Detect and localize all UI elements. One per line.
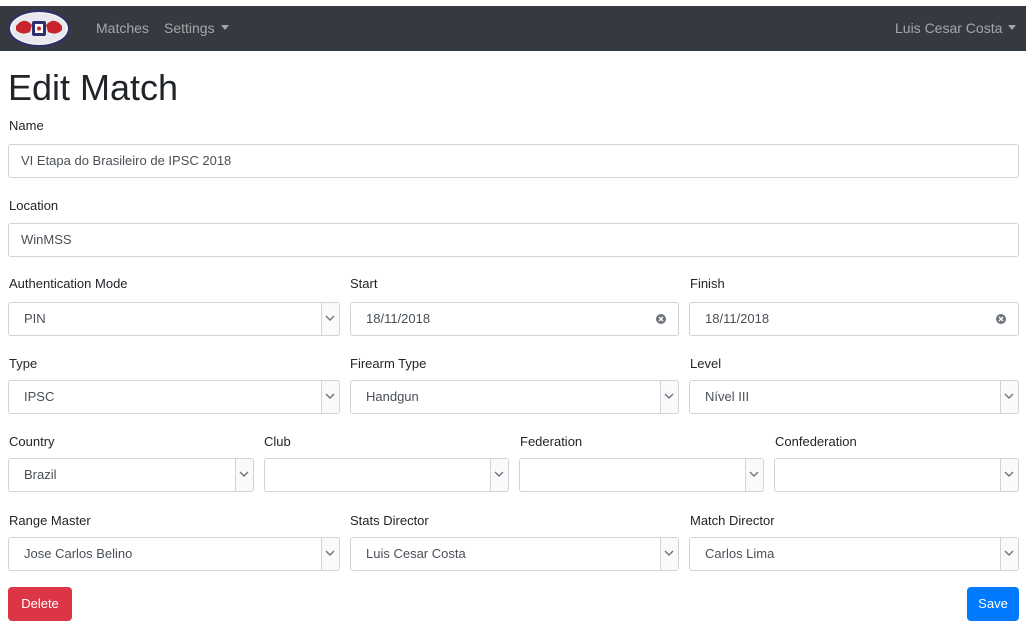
- confederation-select[interactable]: [774, 458, 1019, 492]
- chevron-down-icon: [664, 550, 674, 556]
- save-button[interactable]: Save: [967, 587, 1019, 621]
- chevron-down-icon: [325, 550, 335, 556]
- clear-icon[interactable]: [996, 314, 1006, 324]
- auth-mode-select[interactable]: PIN: [8, 302, 340, 336]
- level-select[interactable]: Nível III: [689, 380, 1019, 414]
- level-label: Level: [690, 356, 722, 371]
- type-value: IPSC: [24, 389, 55, 404]
- chevron-down-icon: [325, 315, 335, 321]
- caret-down-icon: [220, 25, 229, 30]
- chevron-down-icon: [1004, 393, 1014, 399]
- country-label: Country: [9, 434, 55, 449]
- firearm-type-select[interactable]: Handgun: [350, 380, 679, 414]
- finish-date-value: 18/11/2018: [705, 311, 770, 326]
- nav-matches[interactable]: Matches: [96, 19, 149, 37]
- caret-down-icon: [1008, 25, 1017, 30]
- auth-mode-value: PIN: [24, 311, 46, 326]
- chevron-down-icon: [325, 393, 335, 399]
- confederation-label: Confederation: [775, 434, 857, 449]
- select-arrow: [490, 459, 508, 491]
- clear-icon[interactable]: [656, 314, 666, 324]
- select-arrow: [1000, 381, 1018, 413]
- chevron-down-icon: [239, 471, 249, 477]
- name-input[interactable]: VI Etapa do Brasileiro de IPSC 2018: [8, 144, 1019, 178]
- range-master-select[interactable]: Jose Carlos Belino: [8, 537, 340, 571]
- name-label: Name: [9, 118, 44, 133]
- nav-settings[interactable]: Settings: [164, 19, 229, 37]
- page-title: Edit Match: [8, 67, 179, 108]
- stats-director-value: Luis Cesar Costa: [366, 546, 466, 561]
- brand-logo-icon: [12, 13, 66, 44]
- chevron-down-icon: [664, 393, 674, 399]
- select-arrow: [660, 381, 678, 413]
- chevron-down-icon: [1004, 550, 1014, 556]
- match-director-value: Carlos Lima: [705, 546, 775, 561]
- select-arrow: [321, 303, 339, 335]
- firearm-type-value: Handgun: [366, 389, 419, 404]
- firearm-type-label: Firearm Type: [350, 356, 427, 371]
- delete-button[interactable]: Delete: [8, 587, 72, 621]
- name-value: VI Etapa do Brasileiro de IPSC 2018: [21, 153, 232, 168]
- auth-mode-label: Authentication Mode: [9, 276, 128, 291]
- user-name: Luis Cesar Costa: [895, 20, 1003, 36]
- range-master-value: Jose Carlos Belino: [24, 546, 133, 561]
- select-arrow: [321, 538, 339, 570]
- start-date-value: 18/11/2018: [366, 311, 431, 326]
- country-value: Brazil: [24, 467, 57, 482]
- type-label: Type: [9, 356, 38, 371]
- federation-select[interactable]: [519, 458, 764, 492]
- finish-label: Finish: [690, 276, 725, 291]
- select-arrow: [1000, 459, 1018, 491]
- federation-label: Federation: [520, 434, 583, 449]
- stats-director-select[interactable]: Luis Cesar Costa: [350, 537, 679, 571]
- select-arrow: [235, 459, 253, 491]
- brand-logo[interactable]: [8, 10, 70, 47]
- location-input[interactable]: WinMSS: [8, 223, 1019, 257]
- level-value: Nível III: [705, 389, 750, 404]
- match-director-label: Match Director: [690, 513, 775, 528]
- chevron-down-icon: [494, 471, 504, 477]
- nav-user-menu[interactable]: Luis Cesar Costa: [895, 19, 1017, 37]
- finish-date-input[interactable]: 18/11/2018: [689, 302, 1019, 336]
- nav-settings-label: Settings: [164, 20, 215, 36]
- country-select[interactable]: Brazil: [8, 458, 254, 492]
- match-director-select[interactable]: Carlos Lima: [689, 537, 1019, 571]
- select-arrow: [321, 381, 339, 413]
- stats-director-label: Stats Director: [350, 513, 429, 528]
- navbar: Matches Settings Luis Cesar Costa: [0, 6, 1026, 51]
- location-label: Location: [9, 198, 59, 213]
- select-arrow: [1000, 538, 1018, 570]
- range-master-label: Range Master: [9, 513, 91, 528]
- start-label: Start: [350, 276, 378, 291]
- select-arrow: [660, 538, 678, 570]
- select-arrow: [745, 459, 763, 491]
- start-date-input[interactable]: 18/11/2018: [350, 302, 679, 336]
- type-select[interactable]: IPSC: [8, 380, 340, 414]
- club-select[interactable]: [264, 458, 509, 492]
- club-label: Club: [264, 434, 291, 449]
- chevron-down-icon: [749, 471, 759, 477]
- chevron-down-icon: [1004, 471, 1014, 477]
- location-value: WinMSS: [21, 232, 72, 247]
